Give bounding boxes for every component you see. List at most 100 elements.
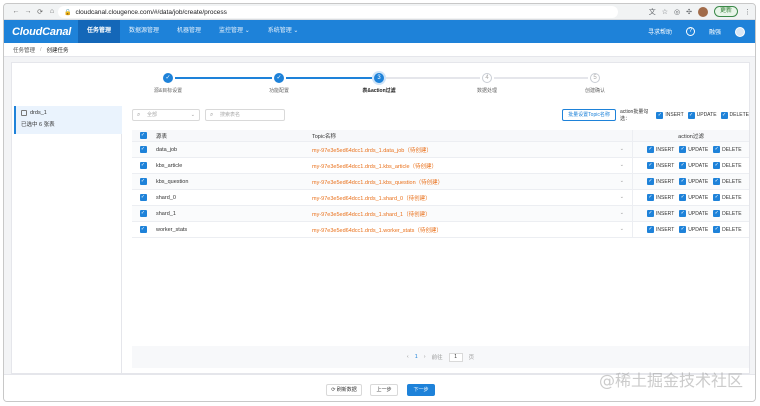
- batch-update-checkbox[interactable]: ✓ UPDATE: [687, 111, 717, 119]
- delete-checkbox[interactable]: ✓ DELETE: [713, 226, 742, 233]
- topic-name: my-97e3e5ed64dcc1.drds_1.shard_1（待创建）: [312, 211, 431, 218]
- page-number[interactable]: 1: [415, 354, 418, 360]
- topic-name: my-97e3e5ed64dcc1.drds_1.shard_0（待创建）: [312, 195, 431, 202]
- breadcrumb-separator: /: [40, 46, 42, 53]
- update-checkbox[interactable]: ✓ UPDATE: [679, 146, 708, 153]
- update-checkbox[interactable]: ✓ UPDATE: [679, 210, 708, 217]
- batch-delete-checkbox[interactable]: ✓ DELETE: [720, 111, 749, 119]
- row-checkbox[interactable]: ✓: [139, 210, 147, 217]
- goto-label: 前往: [431, 355, 443, 361]
- batch-topic-button[interactable]: 批量设置Topic名称: [562, 109, 616, 121]
- topic-select[interactable]: my-97e3e5ed64dcc1.drds_1.shard_1（待创建） ⌄: [312, 210, 632, 218]
- window-frame: ← → ⟳ ⌂ 🔒 cloudcanal.clougence.com/#/dat…: [3, 3, 756, 402]
- batch-insert-checkbox[interactable]: ✓ INSERT: [656, 111, 684, 119]
- database-item[interactable]: drds_1 已选中 6 张表: [14, 106, 122, 134]
- delete-checkbox[interactable]: ✓ DELETE: [713, 162, 742, 169]
- insert-checkbox[interactable]: ✓ INSERT: [647, 146, 674, 153]
- insert-checkbox[interactable]: ✓ INSERT: [647, 194, 674, 201]
- source-table-name: shard_1: [156, 210, 176, 217]
- question-icon[interactable]: ?: [685, 27, 695, 36]
- checkbox-icon: ✓: [720, 111, 728, 119]
- insert-checkbox[interactable]: ✓ INSERT: [647, 162, 674, 169]
- puzzle-icon[interactable]: ✣: [686, 8, 692, 16]
- update-checkbox[interactable]: ✓ UPDATE: [679, 178, 708, 185]
- delete-checkbox[interactable]: ✓ DELETE: [713, 178, 742, 185]
- step-5-marker: 5: [590, 73, 600, 83]
- update-checkbox[interactable]: ✓ UPDATE: [679, 162, 708, 169]
- checkbox-icon: ✓: [679, 226, 687, 233]
- update-button[interactable]: 更新: [713, 6, 738, 17]
- menu-item-2[interactable]: 机器管理: [168, 20, 210, 43]
- insert-checkbox[interactable]: ✓ INSERT: [647, 210, 674, 217]
- home-icon[interactable]: ⌂: [46, 8, 58, 15]
- step-connector: [494, 77, 588, 79]
- menu-item-1[interactable]: 数据源管理: [120, 20, 168, 43]
- user-avatar[interactable]: [735, 26, 745, 37]
- prev-page-button[interactable]: ‹: [407, 354, 409, 360]
- search-input[interactable]: ⌕ 搜索表名: [205, 109, 285, 121]
- next-step-button[interactable]: 下一步: [407, 384, 435, 396]
- menu-item-4[interactable]: 系统管理 ⌄: [259, 20, 308, 43]
- insert-checkbox[interactable]: ✓ INSERT: [647, 178, 674, 185]
- row-checkbox[interactable]: ✓: [139, 194, 147, 201]
- user-name[interactable]: 融强: [709, 27, 721, 36]
- action-label: INSERT: [656, 210, 675, 217]
- row-checkbox[interactable]: ✓: [139, 162, 147, 169]
- delete-checkbox[interactable]: ✓ DELETE: [713, 194, 742, 201]
- delete-checkbox[interactable]: ✓ DELETE: [713, 210, 742, 217]
- action-label: UPDATE: [688, 162, 709, 169]
- extension-icon[interactable]: ◎: [674, 8, 680, 16]
- row-checkbox[interactable]: ✓: [139, 226, 147, 233]
- forward-icon[interactable]: →: [22, 8, 34, 15]
- action-filter-cell: ✓ INSERT ✓ UPDATE ✓ DELETE: [632, 222, 749, 237]
- checkbox-icon: ✓: [647, 178, 654, 185]
- action-label: UPDATE: [688, 178, 709, 185]
- step-2-marker: ✓: [274, 73, 284, 83]
- profile-avatar[interactable]: [697, 6, 708, 17]
- app-logo[interactable]: CloudCanal: [12, 26, 78, 38]
- topic-select[interactable]: my-97e3e5ed64dcc1.drds_1.kbs_article（待创建…: [312, 162, 632, 170]
- address-bar[interactable]: 🔒 cloudcanal.clougence.com/#/data/job/cr…: [58, 6, 618, 18]
- delete-checkbox[interactable]: ✓ DELETE: [713, 146, 742, 153]
- row-check-cell: ✓: [132, 178, 154, 185]
- select-all-checkbox[interactable]: ✓: [139, 132, 147, 139]
- previous-step-button[interactable]: 上一步: [370, 384, 398, 396]
- refresh-data-button[interactable]: ⟳ 刷新数据: [326, 384, 362, 396]
- update-checkbox[interactable]: ✓ UPDATE: [679, 194, 708, 201]
- next-page-button[interactable]: ›: [424, 354, 426, 360]
- selected-tables-count: 已选中 6 张表: [21, 122, 55, 128]
- breadcrumb-item-task-management[interactable]: 任务管理: [13, 46, 35, 54]
- menu-item-0[interactable]: 任务管理: [78, 20, 121, 43]
- more-icon[interactable]: ⋮: [744, 8, 751, 16]
- topic-select[interactable]: my-97e3e5ed64dcc1.drds_1.worker_stats（待创…: [312, 226, 632, 234]
- action-filter-cell: ✓ INSERT ✓ UPDATE ✓ DELETE: [632, 206, 749, 221]
- topic-select[interactable]: my-97e3e5ed64dcc1.drds_1.shard_0（待创建） ⌄: [312, 194, 632, 202]
- page-input[interactable]: 1: [448, 352, 463, 362]
- checkbox-icon: ✓: [679, 210, 687, 217]
- chevron-down-icon: ⌄: [619, 209, 624, 216]
- url-text: cloudcanal.clougence.com/#/data/job/crea…: [75, 8, 227, 16]
- topic-select[interactable]: my-97e3e5ed64dcc1.drds_1.kbs_question（待创…: [312, 178, 632, 186]
- filter-select[interactable]: ⌕ 全部 ⌄: [132, 109, 200, 121]
- table-row: ✓ worker_stats my-97e3e5ed64dcc1.drds_1.wo…: [132, 222, 749, 238]
- filter-bar: ⌕ 全部 ⌄ ⌕ 搜索表名 批量设置Topic名称 action批量勾选： ✓ I…: [125, 109, 749, 123]
- back-icon[interactable]: ←: [10, 8, 22, 15]
- insert-checkbox[interactable]: ✓ INSERT: [647, 226, 674, 233]
- row-checkbox[interactable]: ✓: [139, 146, 147, 153]
- translate-icon[interactable]: 文: [649, 7, 656, 17]
- reload-icon[interactable]: ⟳: [34, 8, 46, 16]
- watermark: @稀土掘金技术社区: [598, 371, 743, 390]
- update-checkbox[interactable]: ✓ UPDATE: [679, 226, 708, 233]
- filter-select-value: 全部: [147, 112, 158, 118]
- action-label: UPDATE: [688, 194, 709, 201]
- table-row: ✓ kbs_article my-97e3e5ed64dcc1.drds_1.kbs…: [132, 158, 749, 174]
- action-label: DELETE: [722, 194, 742, 201]
- topic-select[interactable]: my-97e3e5ed64dcc1.drds_1.data_job（待创建） ⌄: [312, 146, 632, 154]
- topic-name: my-97e3e5ed64dcc1.drds_1.data_job（待创建）: [312, 147, 432, 154]
- star-icon[interactable]: ☆: [662, 8, 668, 16]
- checkbox-icon: ✓: [647, 210, 654, 217]
- row-checkbox[interactable]: ✓: [139, 178, 147, 185]
- menu-item-3[interactable]: 监控管理 ⌄: [210, 20, 259, 43]
- help-link[interactable]: 寻求帮助: [648, 27, 672, 36]
- batch-action-label: INSERT: [665, 112, 684, 118]
